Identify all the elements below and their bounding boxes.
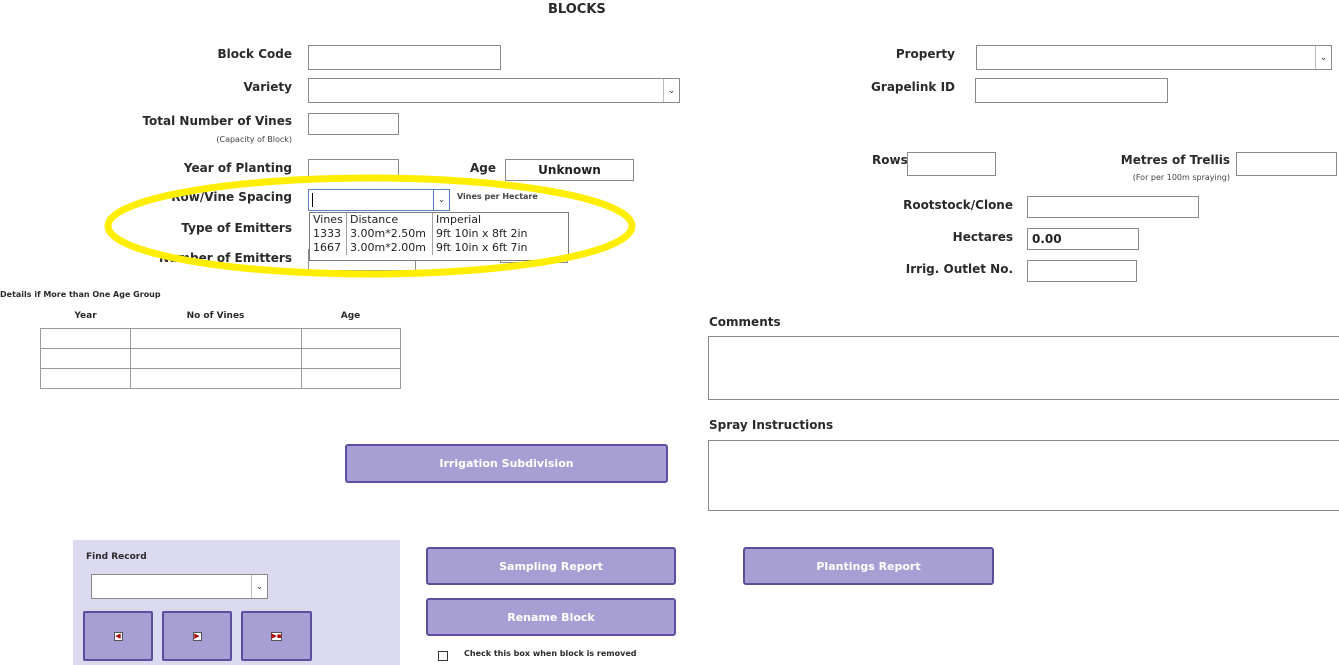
age-groups-header: Age [340,311,361,321]
variety-select[interactable]: ⌄ [308,78,680,103]
table-cell[interactable] [40,368,131,389]
table-cell[interactable] [40,348,131,369]
table-row [40,328,402,349]
grapelink-label: Grapelink ID [871,80,955,94]
property-select[interactable]: ⌄ [976,45,1332,70]
trellis-sublabel: (For per 100m spraying) [1132,173,1230,182]
irrigation-subdivision-button[interactable]: Irrigation Subdivision [345,444,668,483]
rename-block-button[interactable]: Rename Block [426,598,676,636]
new-record-button[interactable]: ▶▪ [241,611,312,661]
total-vines-sublabel: (Capacity of Block) [216,135,292,144]
chevron-down-icon[interactable]: ⌄ [1315,46,1331,69]
block-code-label: Block Code [217,47,292,61]
age-groups-header: No of Vines [186,311,245,321]
table-cell[interactable] [129,328,302,349]
rows-input[interactable] [907,152,996,176]
table-cell[interactable] [40,328,131,349]
find-record-label: Find Record [86,552,147,562]
total-vines-input[interactable] [308,113,399,135]
spray-instructions-label: Spray Instructions [709,418,834,432]
next-icon: ▶ [192,631,202,641]
find-record-panel: Find Record ⌄ ◀ ▶ ▶▪ [73,540,400,665]
spray-instructions-textarea[interactable] [708,440,1339,511]
chevron-down-icon[interactable]: ⌄ [663,79,679,102]
new-record-icon: ▶▪ [271,631,282,641]
highlight-ellipse [104,174,636,278]
grapelink-input[interactable] [975,78,1168,103]
age-groups-table [40,328,402,389]
previous-record-button[interactable]: ◀ [83,611,153,661]
chevron-down-icon[interactable]: ⌄ [251,575,267,598]
total-vines-label: Total Number of Vines [142,114,292,128]
comments-label: Comments [709,315,781,329]
form-title: BLOCKS [548,2,606,17]
block-removed-label: Check this box when block is removed [464,649,637,658]
table-cell[interactable] [129,348,302,369]
property-label: Property [895,47,955,61]
table-cell[interactable] [300,368,402,389]
hectares-label: Hectares [952,230,1013,244]
previous-icon: ◀ [113,631,123,641]
trellis-input[interactable] [1236,152,1337,176]
table-cell[interactable] [300,328,402,349]
comments-textarea[interactable] [708,336,1339,400]
hectares-input[interactable]: 0.00 [1027,228,1139,250]
next-record-button[interactable]: ▶ [162,611,232,661]
table-cell[interactable] [129,368,302,389]
plantings-report-button[interactable]: Plantings Report [743,547,994,585]
trellis-label: Metres of Trellis [1120,153,1230,167]
block-removed-checkbox[interactable] [438,651,448,661]
rootstock-input[interactable] [1027,196,1199,218]
block-code-input[interactable] [308,45,501,70]
sampling-report-button[interactable]: Sampling Report [426,547,676,585]
rows-label: Rows [872,153,908,167]
age-groups-title: Details if More than One Age Group [0,290,161,299]
table-row [40,368,402,389]
age-groups-header: Year [74,311,97,321]
rootstock-label: Rootstock/Clone [903,198,1013,212]
find-record-select[interactable]: ⌄ [91,574,268,599]
irrig-outlet-label: Irrig. Outlet No. [905,262,1013,276]
irrig-outlet-input[interactable] [1027,260,1137,282]
variety-label: Variety [243,80,292,94]
table-cell[interactable] [300,348,402,369]
table-row [40,348,402,369]
